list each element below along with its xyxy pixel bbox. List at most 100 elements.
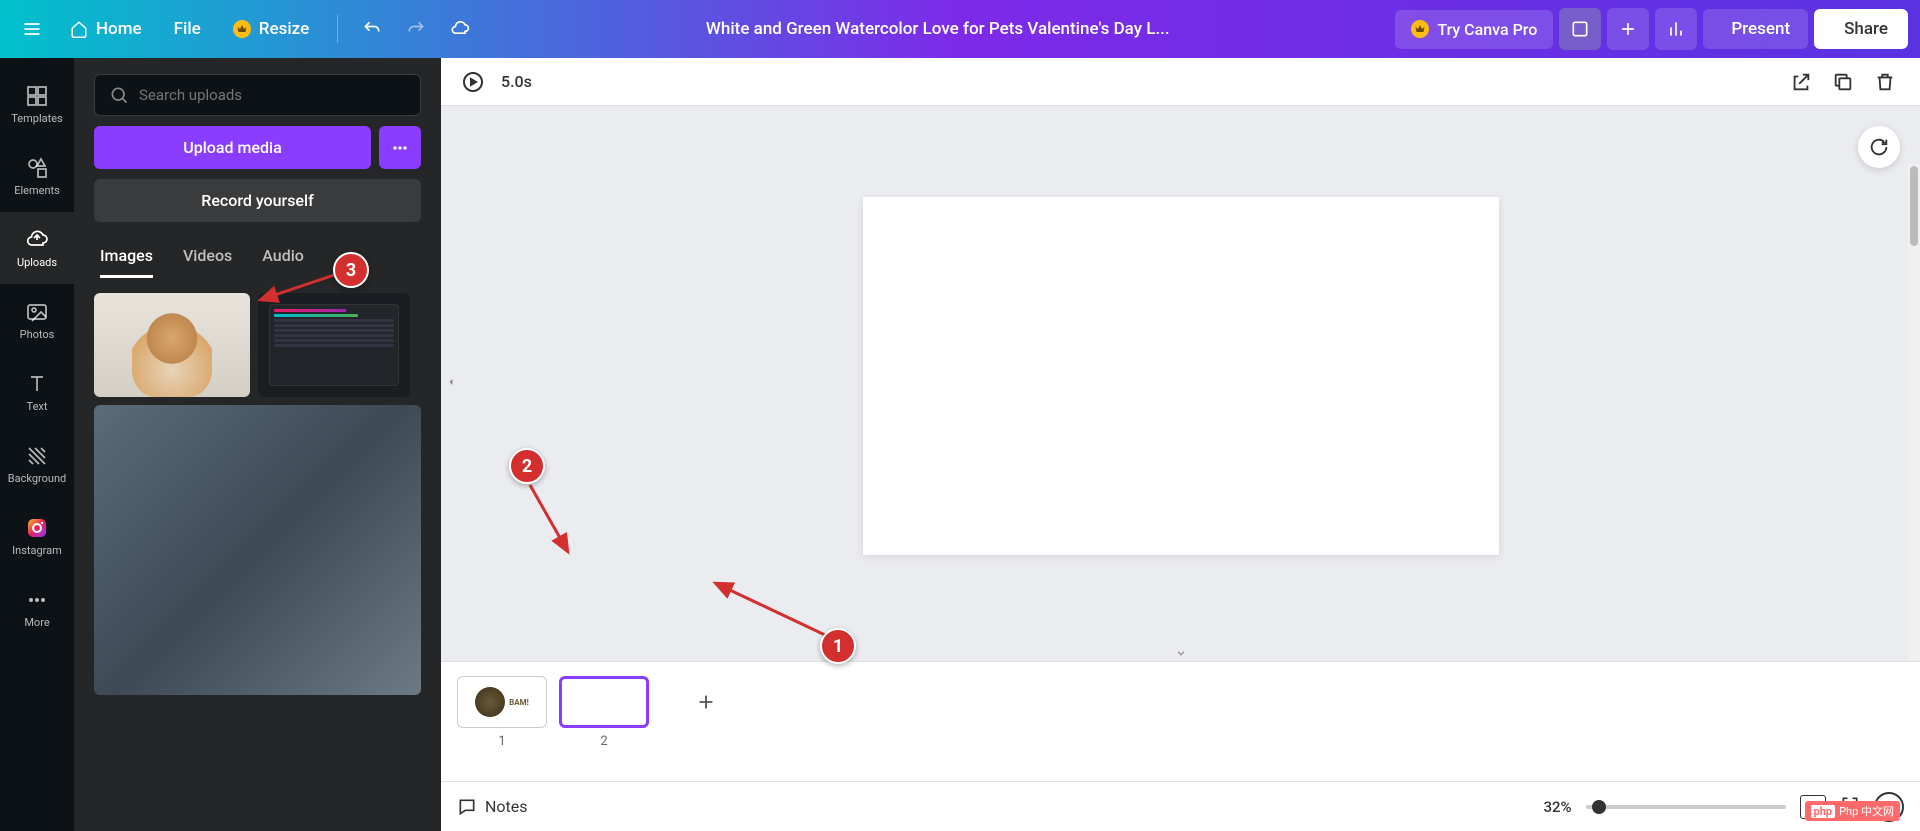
bottom-status-bar: Notes 32% 2 ?	[441, 781, 1920, 831]
upload-media-button[interactable]: Upload media	[94, 126, 371, 169]
resize-button[interactable]: Resize	[219, 11, 323, 47]
nav-text[interactable]: Text	[0, 356, 74, 428]
vertical-scrollbar[interactable]	[1908, 164, 1920, 661]
nav-photos[interactable]: Photos	[0, 284, 74, 356]
tab-images[interactable]: Images	[100, 236, 153, 278]
insights-button[interactable]	[1655, 8, 1697, 50]
upload-thumb-gradient[interactable]	[94, 405, 421, 695]
nav-templates[interactable]: Templates	[0, 68, 74, 140]
copy-icon	[1832, 71, 1854, 93]
divider	[337, 15, 338, 43]
chevron-down-icon	[1174, 646, 1188, 660]
show-pages-button[interactable]	[1559, 8, 1601, 50]
search-icon	[109, 85, 129, 105]
photos-icon	[25, 300, 49, 324]
text-icon	[25, 372, 49, 396]
canvas-toolbar: 5.0s	[441, 58, 1920, 106]
duplicate-page-button[interactable]	[1824, 63, 1862, 101]
slide-preview-2[interactable]	[559, 676, 649, 728]
collapse-timeline-button[interactable]	[441, 645, 1920, 661]
scrollbar-thumb[interactable]	[1910, 166, 1918, 246]
present-label: Present	[1731, 19, 1790, 39]
home-button[interactable]: Home	[56, 11, 156, 47]
page-canvas[interactable]	[863, 197, 1499, 555]
nav-label: Background	[8, 472, 66, 485]
zoom-slider-knob[interactable]	[1592, 800, 1606, 814]
animate-icon	[461, 70, 485, 94]
record-yourself-button[interactable]: Record yourself	[94, 179, 421, 222]
cloud-icon	[450, 19, 470, 39]
home-label: Home	[96, 19, 142, 39]
slide-preview-1[interactable]: BAM!	[457, 676, 547, 728]
redo-icon	[406, 19, 426, 39]
upload-tabs: Images Videos Audio	[94, 236, 421, 279]
search-input[interactable]	[139, 86, 406, 104]
crown-icon	[1411, 20, 1429, 38]
document-title[interactable]: White and Green Watercolor Love for Pets…	[480, 19, 1395, 39]
upload-options-button[interactable]	[379, 126, 421, 169]
hamburger-icon	[22, 19, 42, 39]
upload-thumb-screenshot[interactable]	[258, 293, 410, 397]
annotation-1: 1	[820, 628, 856, 664]
watermark: phpPhp 中文网	[1805, 801, 1900, 821]
reset-view-button[interactable]	[1858, 126, 1900, 168]
delete-page-button[interactable]	[1866, 63, 1904, 101]
zoom-slider[interactable]	[1586, 805, 1786, 809]
tab-videos[interactable]: Videos	[183, 236, 232, 278]
notes-button[interactable]: Notes	[457, 797, 528, 817]
top-bar-left: Home File Resize	[12, 9, 480, 49]
nav-uploads[interactable]: Uploads	[0, 212, 74, 284]
canvas-area: 5.0s BAM! 1	[441, 58, 1920, 831]
slide-1-text: BAM!	[509, 698, 529, 707]
nav-label: Instagram	[12, 544, 62, 557]
search-uploads[interactable]	[94, 74, 421, 116]
notes-icon	[457, 797, 477, 817]
nav-elements[interactable]: Elements	[0, 140, 74, 212]
file-menu[interactable]: File	[160, 11, 215, 47]
chart-icon	[1666, 19, 1686, 39]
grid-expand-icon	[1570, 19, 1590, 39]
canvas-viewport[interactable]	[441, 106, 1920, 645]
top-bar-right: Try Canva Pro Present Share	[1395, 8, 1908, 50]
main-area: Templates Elements Uploads Photos Text B…	[0, 58, 1920, 831]
undo-icon	[362, 19, 382, 39]
duration-button[interactable]: 5.0s	[501, 72, 532, 91]
cloud-sync-button[interactable]	[440, 9, 480, 49]
scroll-left-icon[interactable]	[445, 376, 457, 388]
redo-button[interactable]	[396, 9, 436, 49]
dog-image	[132, 307, 212, 397]
share-label: Share	[1844, 19, 1888, 39]
background-icon	[25, 444, 49, 468]
try-pro-button[interactable]: Try Canva Pro	[1395, 10, 1553, 49]
nav-more[interactable]: More	[0, 572, 74, 644]
refresh-plus-icon	[1868, 136, 1890, 158]
share-button[interactable]: Share	[1814, 9, 1908, 49]
zoom-percent[interactable]: 32%	[1543, 798, 1571, 816]
upload-thumb-dog[interactable]	[94, 293, 250, 397]
slide-thumb-1[interactable]: BAM! 1	[457, 676, 547, 749]
uploads-icon	[25, 228, 49, 252]
slide-number: 2	[600, 734, 607, 749]
canvas-toolbar-right	[1782, 63, 1904, 101]
crown-icon	[233, 20, 251, 38]
undo-button[interactable]	[352, 9, 392, 49]
main-menu-button[interactable]	[12, 9, 52, 49]
try-pro-label: Try Canva Pro	[1437, 20, 1537, 39]
add-slide-button[interactable]	[661, 676, 751, 728]
resize-label: Resize	[259, 19, 309, 39]
screenshot-preview	[269, 304, 399, 386]
present-button[interactable]: Present	[1703, 9, 1808, 49]
tab-audio[interactable]: Audio	[262, 236, 304, 278]
nav-label: Text	[27, 400, 48, 413]
nav-rail: Templates Elements Uploads Photos Text B…	[0, 58, 74, 831]
annotation-3: 3	[333, 252, 369, 288]
uploads-panel: Upload media Record yourself Images Vide…	[74, 58, 441, 831]
nav-instagram[interactable]: Instagram	[0, 500, 74, 572]
nav-background[interactable]: Background	[0, 428, 74, 500]
slide-thumb-2[interactable]: 2	[559, 676, 649, 749]
templates-icon	[25, 84, 49, 108]
animate-button[interactable]	[457, 66, 489, 98]
link-button[interactable]	[1782, 63, 1820, 101]
nav-label: Uploads	[17, 256, 57, 269]
add-button[interactable]	[1607, 8, 1649, 50]
